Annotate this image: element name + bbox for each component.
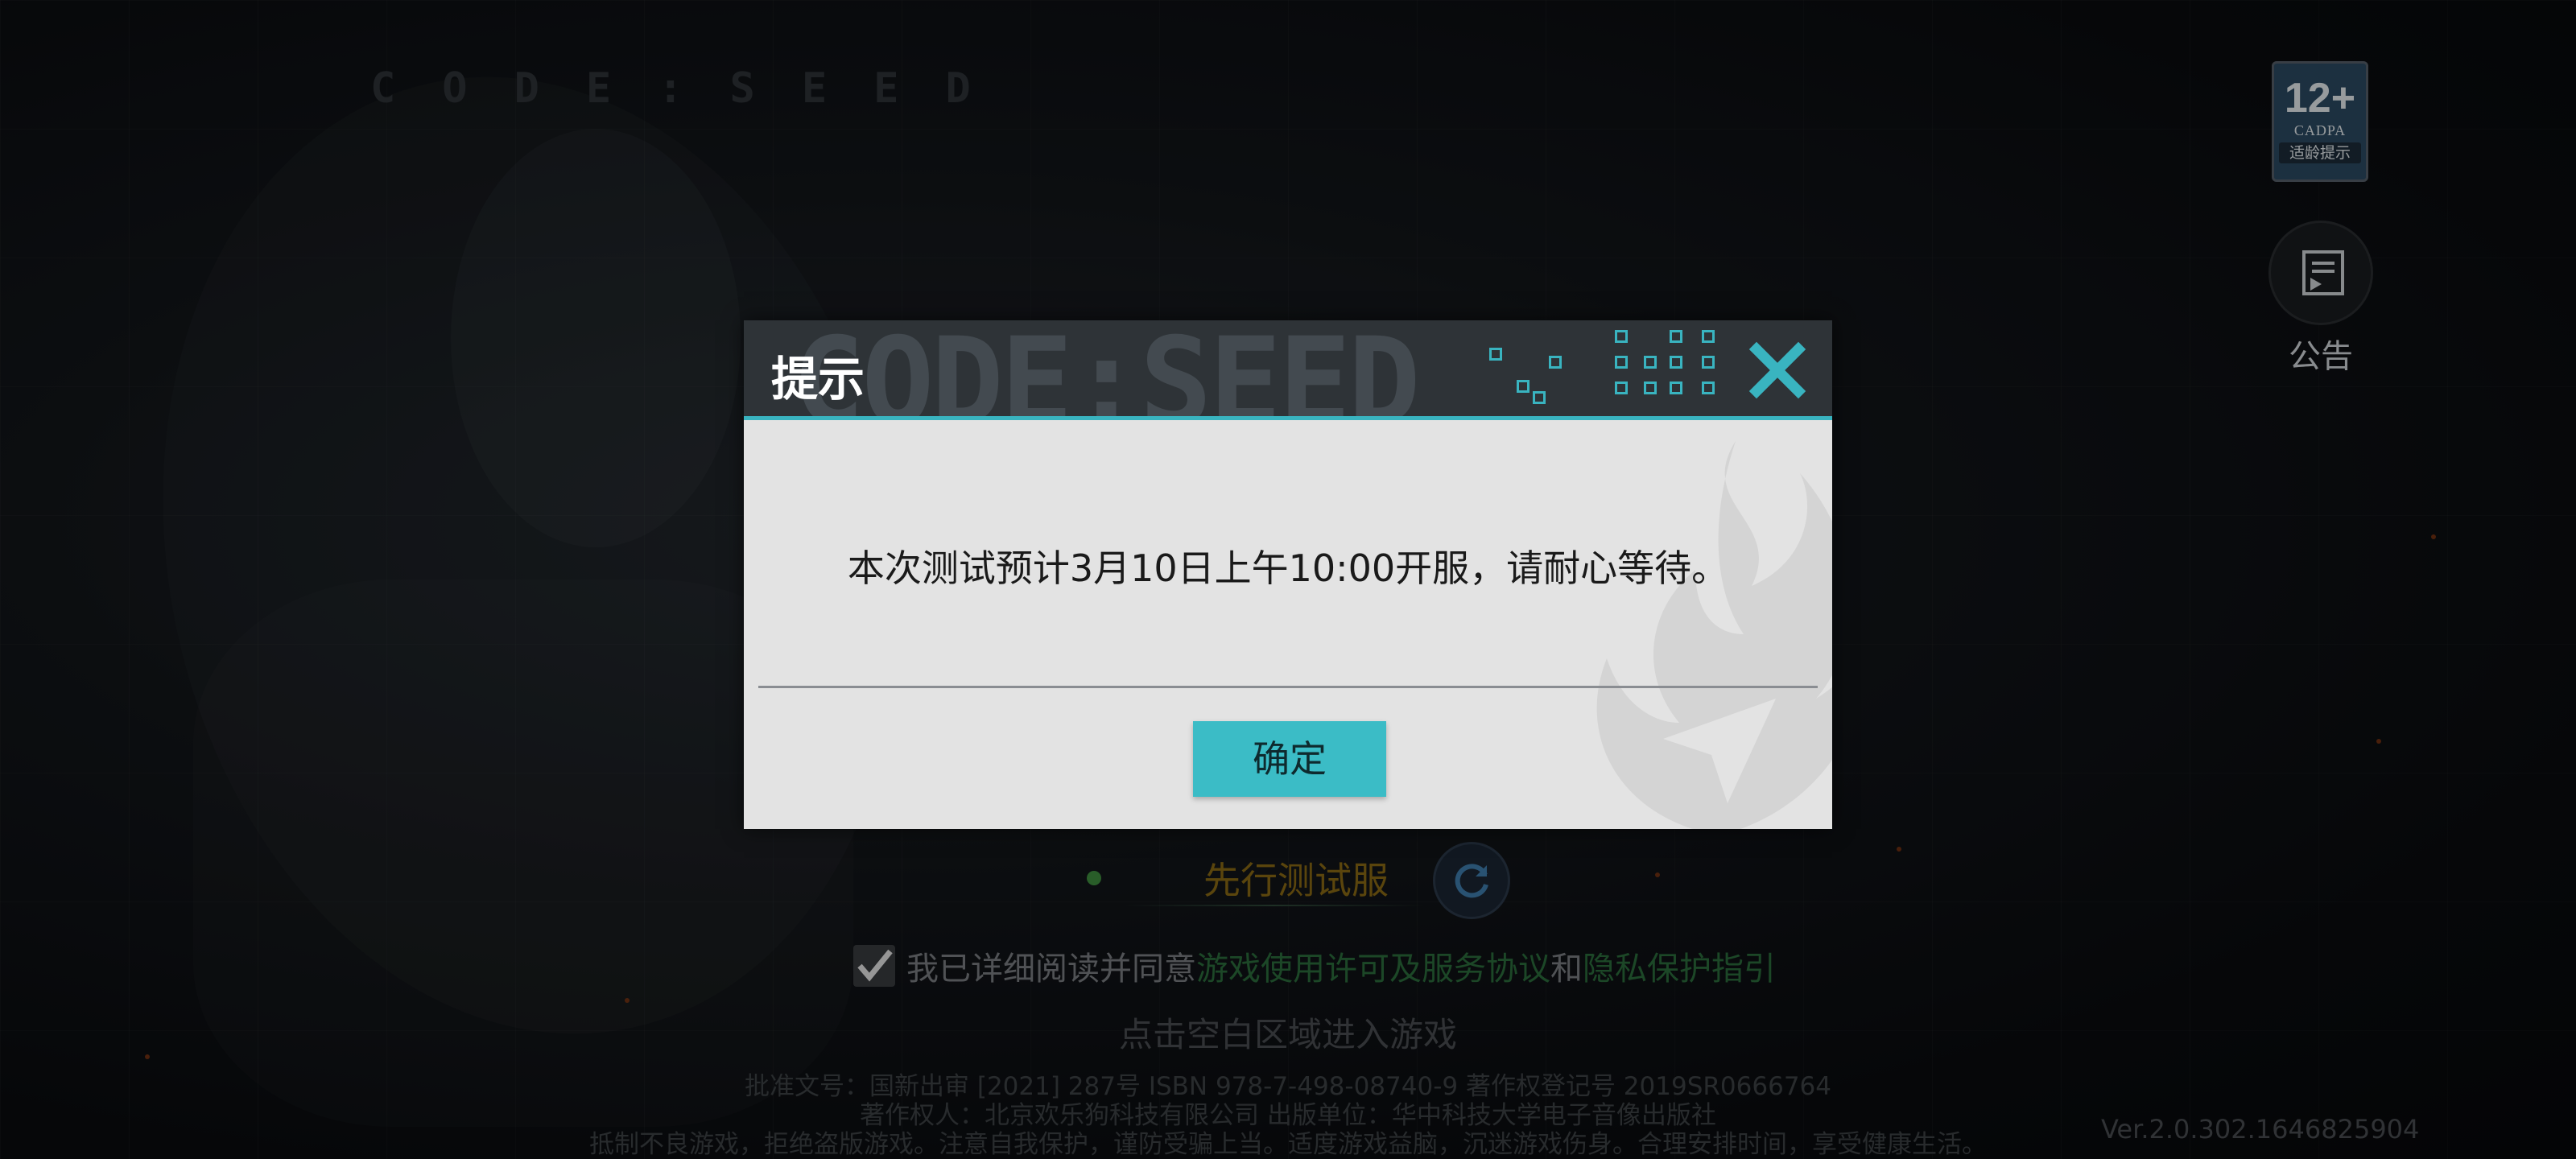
flame-emblem-icon bbox=[1596, 441, 1832, 829]
dialog-title: 提示 bbox=[771, 352, 865, 406]
dialog-close-button[interactable] bbox=[1747, 340, 1808, 401]
confirm-button[interactable]: 确定 bbox=[1193, 721, 1386, 797]
notice-dialog: CODE:SEED 提示 本次测试预计3月10日上午10:00开服，请耐心等待。… bbox=[744, 320, 1832, 829]
dialog-message: 本次测试预计3月10日上午10:00开服，请耐心等待。 bbox=[847, 547, 1729, 590]
pixel-decoration bbox=[1489, 320, 1758, 416]
dialog-divider bbox=[758, 686, 1818, 688]
close-icon bbox=[1748, 341, 1806, 399]
dialog-header-watermark: CODE:SEED bbox=[792, 320, 1421, 420]
game-login-screen[interactable]: CODE:SEED 12+ CADPA 适龄提示 公告 先行测试服 我已详细阅读… bbox=[0, 0, 2576, 1159]
dialog-header: CODE:SEED 提示 bbox=[744, 320, 1832, 420]
